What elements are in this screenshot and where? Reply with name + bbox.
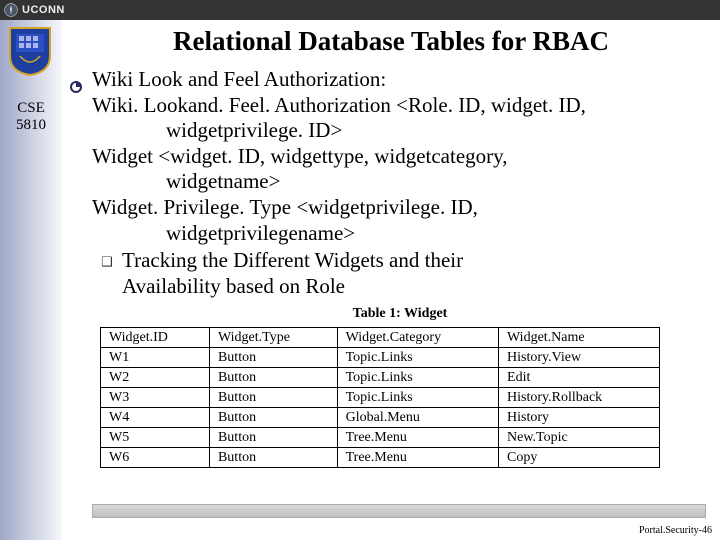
table-cell: Copy <box>499 448 660 468</box>
table-cell: W2 <box>101 367 210 387</box>
table-header: Widget.Category <box>337 327 498 347</box>
brand-name: UCONN <box>22 4 65 16</box>
table-row: W1ButtonTopic.LinksHistory.View <box>101 347 660 367</box>
table-cell: Edit <box>499 367 660 387</box>
table-cell: Topic.Links <box>337 387 498 407</box>
table-cell: Tree.Menu <box>337 448 498 468</box>
slide-footer: Portal.Security-46 <box>639 525 712 536</box>
table-cell: Topic.Links <box>337 367 498 387</box>
bullet-disc-icon <box>70 81 82 93</box>
table-header: Widget.ID <box>101 327 210 347</box>
schema-line: Widget. Privilege. Type <widgetprivilege… <box>92 195 710 221</box>
table-cell: History.View <box>499 347 660 367</box>
sub-bullet-line: Availability based on Role <box>122 274 463 300</box>
slide-body: Wiki Look and Feel Authorization: Wiki. … <box>70 67 710 468</box>
schema-line: Wiki. Lookand. Feel. Authorization <Role… <box>92 93 710 119</box>
table-caption: Table 1: Widget <box>100 305 700 322</box>
table-cell: Button <box>209 407 337 427</box>
table-row: W5ButtonTree.MenuNew.Topic <box>101 427 660 447</box>
table-cell: W1 <box>101 347 210 367</box>
table-row: W3ButtonTopic.LinksHistory.Rollback <box>101 387 660 407</box>
schema-line: widgetprivilege. ID> <box>92 118 710 144</box>
table-cell: Button <box>209 427 337 447</box>
sidebar: CSE 5810 <box>0 20 62 540</box>
course-dept: CSE <box>0 100 62 117</box>
table-cell: Tree.Menu <box>337 427 498 447</box>
table-cell: Topic.Links <box>337 347 498 367</box>
table-row: W6ButtonTree.MenuCopy <box>101 448 660 468</box>
table-cell: Button <box>209 448 337 468</box>
top-bar: UCONN <box>0 0 720 20</box>
bullet-square-icon: ❑ <box>92 248 122 299</box>
table-header: Widget.Type <box>209 327 337 347</box>
widget-table: Widget.IDWidget.TypeWidget.CategoryWidge… <box>100 327 660 469</box>
sub-bullet-line: Tracking the Different Widgets and their <box>122 248 463 274</box>
course-num: 5810 <box>0 117 62 134</box>
table-cell: New.Topic <box>499 427 660 447</box>
schema-line: widgetprivilegename> <box>92 221 710 247</box>
table-cell: W3 <box>101 387 210 407</box>
table-cell: History.Rollback <box>499 387 660 407</box>
shield-icon <box>8 26 52 76</box>
slide-content: Relational Database Tables for RBAC Wiki… <box>62 20 720 540</box>
table-header: Widget.Name <box>499 327 660 347</box>
table-cell: History <box>499 407 660 427</box>
table-cell: W6 <box>101 448 210 468</box>
uconn-logo: UCONN <box>4 3 65 17</box>
scrollbar-placeholder <box>92 504 706 518</box>
oakleaf-icon <box>4 3 18 17</box>
table-container: Table 1: Widget Widget.IDWidget.TypeWidg… <box>100 305 700 468</box>
table-row: W2ButtonTopic.LinksEdit <box>101 367 660 387</box>
table-row: W4ButtonGlobal.MenuHistory <box>101 407 660 427</box>
table-cell: Button <box>209 387 337 407</box>
bullet-heading: Wiki Look and Feel Authorization: <box>92 67 710 93</box>
schema-line: widgetname> <box>92 169 710 195</box>
table-cell: Button <box>209 347 337 367</box>
table-cell: W5 <box>101 427 210 447</box>
slide-title: Relational Database Tables for RBAC <box>62 26 720 57</box>
table-cell: W4 <box>101 407 210 427</box>
course-code: CSE 5810 <box>0 100 62 135</box>
table-cell: Global.Menu <box>337 407 498 427</box>
schema-line: Widget <widget. ID, widgettype, widgetca… <box>92 144 710 170</box>
table-cell: Button <box>209 367 337 387</box>
